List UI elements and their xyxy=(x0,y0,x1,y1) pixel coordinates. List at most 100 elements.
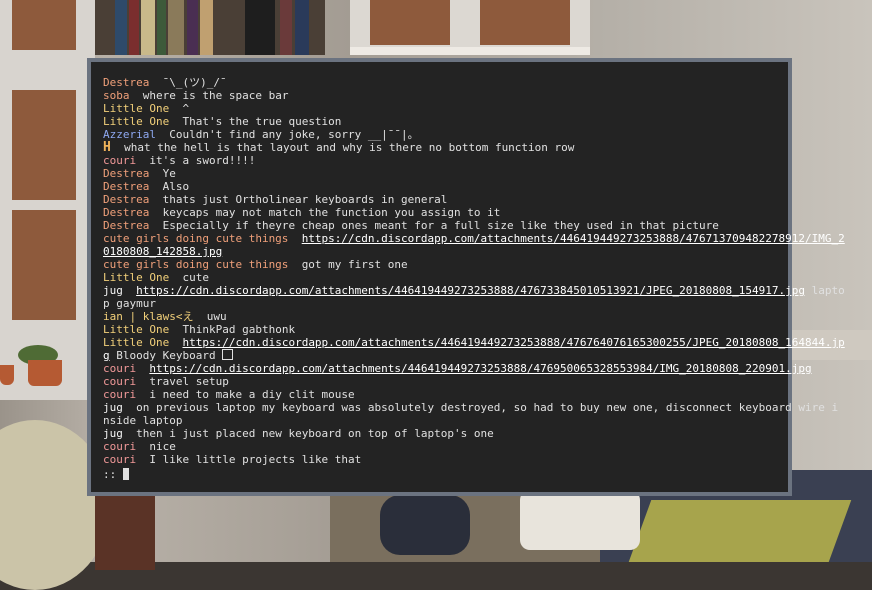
chat-line: couri https://cdn.discordapp.com/attachm… xyxy=(103,362,812,375)
chat-line: cute girls doing cute things https://cdn… xyxy=(103,232,845,245)
chat-nick[interactable]: couri xyxy=(103,362,136,375)
chat-line: Little One That's the true question xyxy=(103,115,776,128)
chat-text: lapto xyxy=(805,284,845,297)
chat-line-continued: p gaymur xyxy=(103,297,776,310)
chat-text: keycaps may not match the function you a… xyxy=(162,206,501,219)
chat-text: ^ xyxy=(182,102,190,115)
chat-line: Destrea Ye xyxy=(103,167,776,180)
chat-text: travel setup xyxy=(149,375,229,388)
chat-link[interactable]: https://cdn.discordapp.com/attachments/4… xyxy=(302,232,845,245)
chat-nick[interactable]: Little One xyxy=(103,115,169,128)
chat-line-continued: nside laptop xyxy=(103,414,776,427)
chat-text: got my first one xyxy=(301,258,408,271)
chat-nick[interactable]: couri xyxy=(103,375,136,388)
chat-text: on previous laptop my keyboard was absol… xyxy=(136,401,839,414)
chat-link[interactable]: https://cdn.discordapp.com/attachments/4… xyxy=(182,336,844,349)
chat-nick[interactable]: jug xyxy=(103,401,123,414)
chat-line: Destrea Also xyxy=(103,180,776,193)
chat-text: it's a sword!!!! xyxy=(149,154,256,167)
chat-text: Couldn't find any joke, sorry __|¯¯|。 xyxy=(169,128,419,141)
chat-nick[interactable]: Little One xyxy=(103,323,169,336)
chat-text: p gaymur xyxy=(103,297,156,310)
chat-line: Destrea keycaps may not match the functi… xyxy=(103,206,776,219)
chat-nick[interactable]: jug xyxy=(103,427,123,440)
chat-link[interactable]: https://cdn.discordapp.com/attachments/4… xyxy=(136,284,805,297)
chat-text: nice xyxy=(149,440,176,453)
text-cursor xyxy=(122,468,129,480)
chat-text: uwu xyxy=(206,310,227,323)
chat-line: Little One ^ xyxy=(103,102,776,115)
chat-text: i need to make a diy clit mouse xyxy=(149,388,355,401)
chat-nick[interactable]: H xyxy=(103,140,111,155)
chat-nick[interactable]: jug xyxy=(103,284,123,297)
chat-nick[interactable]: Destrea xyxy=(103,180,149,193)
chat-link[interactable]: 0180808_142858.jpg xyxy=(103,245,222,258)
chat-line: couri nice xyxy=(103,440,776,453)
chat-line: jug https://cdn.discordapp.com/attachmen… xyxy=(103,284,845,297)
chat-text: ThinkPad gabthonk xyxy=(182,323,296,336)
chat-line: H what the hell is that layout and why i… xyxy=(103,141,776,154)
chat-nick[interactable]: Destrea xyxy=(103,167,149,180)
keyboard-emoji-icon xyxy=(222,349,234,360)
wallpaper-window-left xyxy=(0,0,95,400)
wallpaper-pot xyxy=(28,360,62,386)
chat-nick[interactable]: ian | klaws<え xyxy=(103,310,193,323)
chat-nick[interactable]: couri xyxy=(103,440,136,453)
chat-text: Ye xyxy=(162,167,176,180)
terminal-window[interactable]: Destrea ¯\_(ツ)_/¯ soba where is the space… xyxy=(87,58,845,496)
chat-text: Especially if theyre cheap ones meant fo… xyxy=(162,219,719,232)
chat-line: jug then i just placed new keyboard on t… xyxy=(103,427,776,440)
chat-log: Destrea ¯\_(ツ)_/¯ soba where is the space… xyxy=(103,76,845,481)
chat-text: Also xyxy=(162,180,190,193)
chat-line: jug on previous laptop my keyboard was a… xyxy=(103,401,838,414)
chat-nick[interactable]: Little One xyxy=(103,102,169,115)
chat-text: cute xyxy=(182,271,209,284)
chat-text: where is the space bar xyxy=(142,89,289,102)
wallpaper-window-top xyxy=(350,0,590,55)
chat-line: Little One ThinkPad gabthonk xyxy=(103,323,776,336)
chat-nick[interactable]: Destrea xyxy=(103,76,149,89)
chat-nick[interactable]: Destrea xyxy=(103,193,149,206)
input-prompt[interactable]: :: xyxy=(103,468,776,481)
wallpaper-blanket-pattern xyxy=(628,500,852,562)
chat-line: Destrea thats just Ortholinear keyboards… xyxy=(103,193,776,206)
chat-link[interactable]: https://cdn.discordapp.com/attachments/4… xyxy=(149,362,811,375)
chat-line: soba where is the space bar xyxy=(103,89,776,102)
prompt-symbol: :: xyxy=(103,468,123,481)
chat-line: couri I like little projects like that xyxy=(103,453,776,466)
chat-line: Little One https://cdn.discordapp.com/at… xyxy=(103,336,845,349)
chat-nick[interactable]: Destrea xyxy=(103,219,149,232)
chat-nick[interactable]: Little One xyxy=(103,336,169,349)
chat-text: what the hell is that layout and why is … xyxy=(124,141,575,154)
chat-text: ¯\_(ツ)_/¯ xyxy=(162,76,227,89)
chat-line: Azzerial Couldn't find any joke, sorry _… xyxy=(103,128,776,141)
chat-line: couri it's a sword!!!! xyxy=(103,154,776,167)
wallpaper-person xyxy=(380,495,470,555)
chat-line: Little One cute xyxy=(103,271,776,284)
chat-line: Destrea ¯\_(ツ)_/¯ xyxy=(103,76,776,89)
wallpaper-bedframe xyxy=(95,490,155,570)
chat-nick[interactable]: cute girls doing cute things xyxy=(103,258,288,271)
chat-line: ian | klaws<え uwu xyxy=(103,310,776,323)
wallpaper-bookshelf xyxy=(95,0,325,55)
wallpaper-pot-small xyxy=(0,365,14,385)
chat-text: thats just Ortholinear keyboards in gene… xyxy=(162,193,448,206)
chat-text: I like little projects like that xyxy=(149,453,362,466)
chat-line-continued: g Bloody Keyboard xyxy=(103,349,776,362)
chat-nick[interactable]: Destrea xyxy=(103,206,149,219)
chat-nick[interactable]: Little One xyxy=(103,271,169,284)
chat-line: couri travel setup xyxy=(103,375,776,388)
chat-text: nside laptop xyxy=(103,414,183,427)
wallpaper-pillow xyxy=(520,490,640,550)
chat-nick[interactable]: couri xyxy=(103,453,136,466)
chat-line: Destrea Especially if theyre cheap ones … xyxy=(103,219,776,232)
chat-nick[interactable]: couri xyxy=(103,388,136,401)
chat-nick[interactable]: couri xyxy=(103,154,136,167)
chat-line: couri i need to make a diy clit mouse xyxy=(103,388,776,401)
chat-nick[interactable]: soba xyxy=(103,89,130,102)
chat-text: Bloody Keyboard xyxy=(109,349,223,362)
chat-link[interactable]: g xyxy=(103,349,110,362)
chat-nick[interactable]: cute girls doing cute things xyxy=(103,232,288,245)
chat-text: then i just placed new keyboard on top o… xyxy=(136,427,494,440)
chat-text: That's the true question xyxy=(182,115,342,128)
